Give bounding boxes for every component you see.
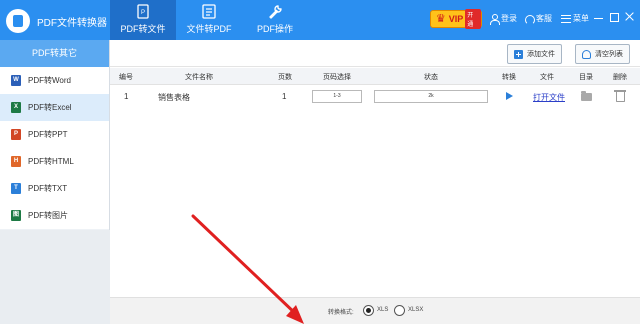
column-header-file: 文件	[540, 74, 554, 81]
image-icon: 图	[11, 210, 21, 221]
service-button[interactable]: 客服	[524, 13, 552, 25]
page-range-input[interactable]: 1-3	[312, 90, 362, 103]
svg-text:P: P	[141, 10, 145, 16]
pdf-to-file-icon: P	[137, 4, 149, 19]
user-icon	[489, 13, 500, 25]
vip-open-button[interactable]: 开通	[465, 9, 481, 29]
row-pages: 1	[282, 92, 287, 101]
close-icon[interactable]	[624, 11, 636, 23]
sidebar-item-pdf-to-txt[interactable]: T PDF转TXT	[0, 175, 109, 202]
tab-label: PDF转文件	[120, 24, 166, 34]
row-filename: 销售表格	[158, 93, 190, 102]
menu-icon	[561, 14, 571, 23]
sidebar-item-label: PDF转TXT	[28, 184, 68, 193]
folder-icon[interactable]	[581, 91, 592, 101]
login-label: 登录	[501, 14, 517, 23]
add-file-button[interactable]: 添加文件	[507, 44, 562, 64]
play-icon[interactable]	[506, 92, 513, 100]
service-label: 客服	[536, 14, 552, 23]
crown-icon: ♛	[435, 13, 446, 25]
format-label: 转换格式:	[328, 310, 354, 316]
tab-pdf-to-file[interactable]: P PDF转文件	[110, 0, 176, 40]
toolbar: 添加文件 清空列表	[110, 40, 640, 67]
add-file-label: 添加文件	[527, 51, 555, 58]
app-branding: PDF文件转换器	[6, 9, 107, 33]
sidebar-header: PDF转其它	[0, 40, 109, 67]
file-to-pdf-icon	[202, 4, 216, 19]
sidebar-item-label: PDF转PPT	[28, 130, 68, 139]
table-header: 编号 文件名称 页数 页码选择 状态 转换 文件 目录 删除	[110, 68, 640, 85]
headset-icon	[524, 14, 535, 25]
table-row: 1 销售表格 1 1-3 2k 打开文件	[110, 86, 640, 108]
tab-pdf-operations[interactable]: PDF操作	[242, 0, 308, 40]
vip-badge[interactable]: ♛ VIP 开通	[430, 9, 482, 29]
status-progress: 2k	[374, 90, 488, 103]
sidebar: PDF转其它 W PDF转Word X PDF转Excel P PDF转PPT …	[0, 40, 110, 324]
tab-label: 文件转PDF	[186, 24, 232, 34]
sidebar-item-pdf-to-excel[interactable]: X PDF转Excel	[0, 94, 109, 121]
add-file-icon	[514, 49, 523, 59]
radio-xlsx[interactable]	[394, 305, 405, 316]
menu-label: 菜单	[573, 14, 589, 23]
column-header-page-range: 页码选择	[323, 74, 351, 81]
sidebar-item-label: PDF转Word	[28, 76, 71, 85]
app-title: PDF文件转换器	[37, 17, 107, 29]
column-header-filename: 文件名称	[185, 74, 213, 81]
radio-xls-label: XLS	[377, 307, 389, 313]
minimize-icon[interactable]	[593, 11, 605, 23]
column-header-convert: 转换	[502, 74, 516, 81]
clear-list-button[interactable]: 清空列表	[575, 44, 630, 64]
ppt-icon: P	[11, 129, 21, 140]
txt-icon: T	[11, 183, 21, 194]
column-header-folder: 目录	[579, 74, 593, 81]
tab-file-to-pdf[interactable]: 文件转PDF	[176, 0, 242, 40]
tab-label: PDF操作	[256, 24, 293, 34]
radio-xlsx-label: XLSX	[408, 307, 424, 313]
html-icon: H	[11, 156, 21, 167]
column-header-status: 状态	[424, 74, 438, 81]
sidebar-item-pdf-to-ppt[interactable]: P PDF转PPT	[0, 121, 109, 148]
excel-icon: X	[11, 102, 21, 113]
vip-text: VIP	[448, 14, 464, 24]
column-header-delete: 删除	[613, 74, 627, 81]
sidebar-item-pdf-to-word[interactable]: W PDF转Word	[0, 67, 109, 94]
sidebar-item-pdf-to-html[interactable]: H PDF转HTML	[0, 148, 109, 175]
sidebar-empty-area	[0, 230, 110, 324]
menu-button[interactable]: 菜单	[561, 13, 589, 24]
wrench-icon	[269, 5, 282, 19]
word-icon: W	[11, 75, 21, 86]
radio-xls[interactable]	[363, 305, 374, 316]
maximize-icon[interactable]	[610, 13, 619, 22]
sidebar-item-label: PDF转HTML	[28, 157, 74, 166]
format-bar: 转换格式: XLS XLSX	[110, 297, 640, 324]
row-index: 1	[124, 92, 129, 101]
app-logo-icon	[6, 9, 30, 33]
column-header-pages: 页数	[278, 74, 292, 81]
login-button[interactable]: 登录	[489, 13, 517, 25]
open-file-link[interactable]: 打开文件	[533, 92, 565, 103]
column-header-index: 编号	[119, 74, 133, 81]
clear-list-icon	[582, 49, 591, 59]
clear-list-label: 清空列表	[595, 51, 623, 58]
sidebar-item-label: PDF转图片	[28, 211, 68, 220]
trash-icon[interactable]	[614, 90, 626, 102]
sidebar-item-label: PDF转Excel	[28, 103, 72, 112]
sidebar-item-pdf-to-image[interactable]: 图 PDF转图片	[0, 202, 109, 229]
title-bar: PDF文件转换器 P PDF转文件 文件转PDF PDF操作 ♛ VIP 开通 …	[0, 0, 640, 40]
